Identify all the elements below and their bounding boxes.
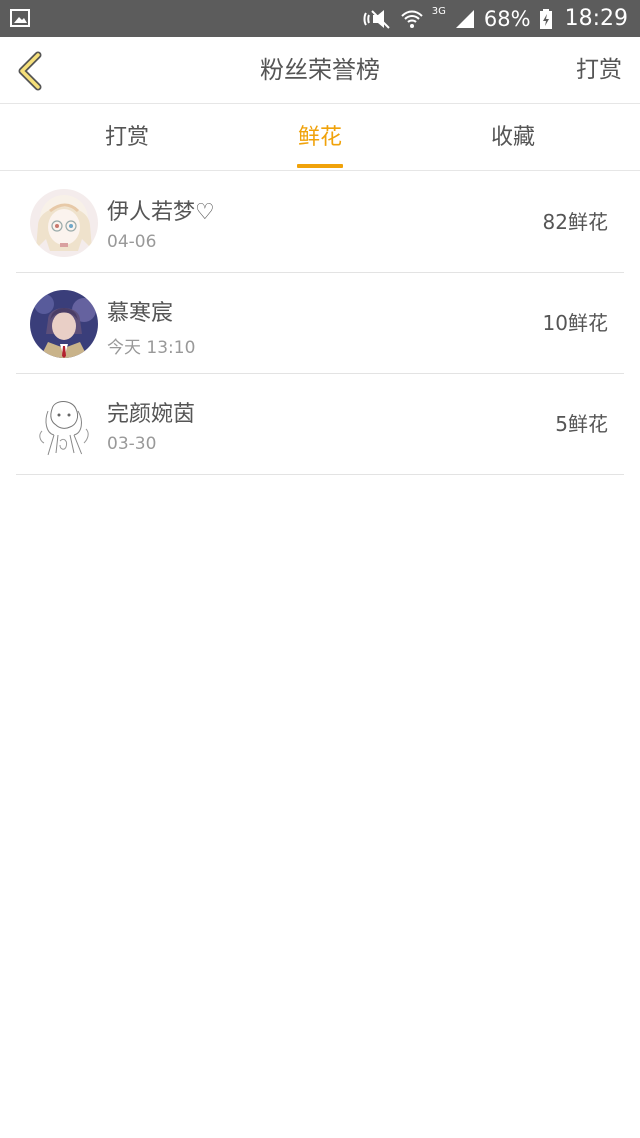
wifi-icon — [401, 10, 423, 28]
tab-favorites[interactable]: 收藏 — [433, 105, 593, 171]
list-item[interactable]: 伊人若梦♡ 04-06 82鲜花 — [16, 172, 624, 273]
avatar — [30, 189, 98, 257]
fan-date: 04-06 — [107, 232, 157, 252]
battery-charging-icon — [539, 8, 552, 29]
active-tab-indicator — [297, 164, 343, 168]
network-type-label: 3G — [431, 6, 446, 17]
app-header: 粉丝荣誉榜 打赏 — [0, 37, 640, 104]
reward-button[interactable]: 打赏 — [576, 37, 622, 104]
mute-icon — [363, 9, 390, 29]
status-bar: 3G 68% 18:29 — [0, 0, 640, 37]
signal-icon — [455, 9, 474, 28]
tab-flowers[interactable]: 鲜花 — [240, 105, 400, 171]
avatar — [30, 391, 98, 459]
fan-name: 慕寒宸 — [107, 301, 174, 326]
list-item[interactable]: 慕寒宸 今天 13:10 10鲜花 — [16, 273, 624, 374]
tab-reward[interactable]: 打赏 — [47, 105, 207, 171]
list-item[interactable]: 完颜婉茵 03-30 5鲜花 — [16, 374, 624, 475]
flower-count: 5鲜花 — [555, 412, 608, 436]
avatar — [30, 290, 98, 358]
flower-count: 10鲜花 — [542, 311, 608, 335]
battery-percent: 68% — [483, 6, 531, 31]
tab-flowers-label: 鲜花 — [297, 125, 342, 150]
page-title: 粉丝荣誉榜 — [260, 56, 380, 84]
fan-name: 完颜婉茵 — [107, 402, 196, 427]
tab-bar: 打赏 鲜花 收藏 — [0, 105, 640, 171]
image-icon — [10, 9, 30, 27]
fan-list: 伊人若梦♡ 04-06 82鲜花 慕寒宸 今天 13:10 10鲜花 完颜婉茵 … — [16, 172, 624, 475]
fan-name: 伊人若梦♡ — [107, 200, 215, 225]
fan-date: 03-30 — [107, 434, 157, 454]
fan-date: 今天 13:10 — [107, 338, 196, 358]
clock: 18:29 — [564, 6, 628, 31]
flower-count: 82鲜花 — [542, 210, 608, 234]
